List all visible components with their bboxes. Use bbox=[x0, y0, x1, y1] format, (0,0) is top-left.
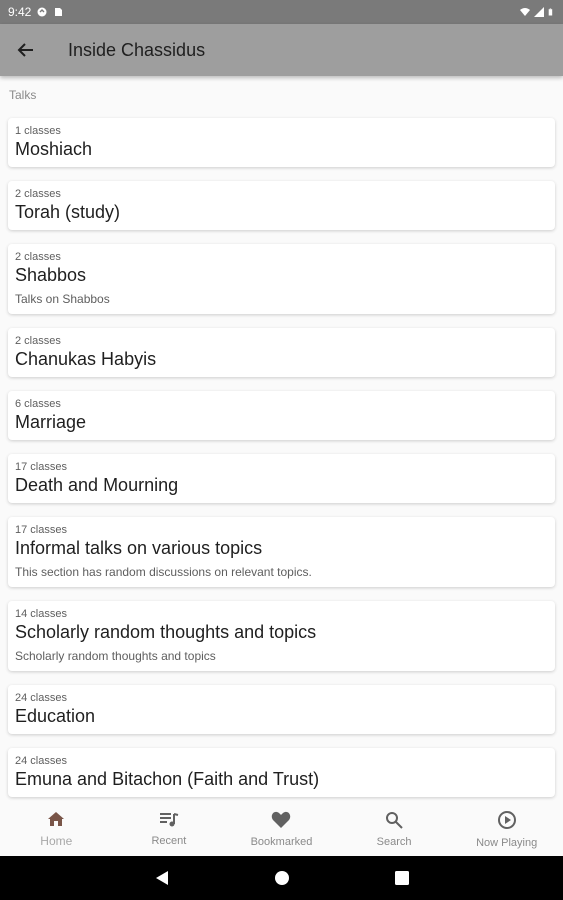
app-bar: Inside Chassidus bbox=[0, 24, 563, 76]
circle-home-icon bbox=[274, 871, 289, 885]
back-button[interactable] bbox=[0, 24, 52, 76]
bottom-nav: Home Recent Bookmarked Search Now Playing bbox=[0, 802, 563, 856]
item-title: Moshiach bbox=[15, 139, 93, 159]
item-title: Torah (study) bbox=[15, 202, 121, 222]
list-item[interactable]: 24 classes Education bbox=[8, 685, 555, 734]
play-circle-icon bbox=[497, 810, 517, 835]
content-list[interactable]: Talks 1 classes Moshiach 2 classes Torah (s… bbox=[0, 76, 563, 802]
item-title: Emuna and Bitachon (Faith and Trust) bbox=[15, 769, 320, 789]
item-title: Shabbos bbox=[15, 265, 87, 285]
list-item[interactable]: 24 classes Emuna and Bitachon (Faith and … bbox=[8, 748, 555, 797]
nav-item-home[interactable]: Home bbox=[0, 802, 113, 856]
class-count: 2 classes bbox=[15, 335, 61, 347]
nav-item-recent[interactable]: Recent bbox=[113, 802, 226, 856]
nav-label: Search bbox=[376, 835, 412, 848]
item-title: Informal talks on various topics bbox=[15, 538, 263, 558]
system-home-button[interactable] bbox=[222, 870, 342, 886]
class-count: 17 classes bbox=[15, 524, 67, 536]
item-title: Education bbox=[15, 706, 96, 726]
system-back-button[interactable] bbox=[102, 870, 222, 886]
class-count: 24 classes bbox=[15, 692, 67, 704]
arrow-back-icon bbox=[17, 43, 33, 57]
nav-label: Recent bbox=[151, 834, 187, 847]
class-count: 2 classes bbox=[15, 251, 61, 263]
playlist-icon bbox=[159, 812, 179, 833]
page-title: Inside Chassidus bbox=[68, 39, 206, 60]
item-title: Death and Mourning bbox=[15, 475, 179, 495]
item-title: Chanukas Habyis bbox=[15, 349, 157, 369]
heart-icon bbox=[271, 811, 291, 834]
status-bar: 9:42 bbox=[0, 0, 563, 24]
search-icon bbox=[385, 811, 403, 834]
item-description: Talks on Shabbos bbox=[15, 292, 110, 306]
list-item[interactable]: 1 classes Moshiach bbox=[8, 118, 555, 167]
sync-icon bbox=[37, 7, 47, 17]
sd-card-icon bbox=[55, 8, 63, 16]
status-time: 9:42 bbox=[8, 5, 32, 19]
class-count: 6 classes bbox=[15, 398, 61, 410]
list-item[interactable]: 17 classes Death and Mourning bbox=[8, 454, 555, 503]
square-recents-icon bbox=[394, 871, 409, 885]
list-item[interactable]: 2 classes Shabbos Talks on Shabbos bbox=[8, 244, 555, 314]
item-title: Scholarly random thoughts and topics bbox=[15, 622, 317, 642]
nav-label: Home bbox=[40, 833, 73, 848]
nav-item-now-playing[interactable]: Now Playing bbox=[450, 802, 563, 856]
system-recents-button[interactable] bbox=[342, 871, 462, 885]
list-item[interactable]: 17 classes Informal talks on various topi… bbox=[8, 517, 555, 587]
class-count: 14 classes bbox=[15, 608, 67, 620]
nav-item-bookmarked[interactable]: Bookmarked bbox=[225, 802, 338, 856]
nav-item-search[interactable]: Search bbox=[338, 802, 451, 856]
nav-label: Now Playing bbox=[476, 836, 538, 849]
home-icon bbox=[47, 811, 65, 832]
class-count: 2 classes bbox=[15, 188, 61, 200]
battery-icon bbox=[548, 8, 553, 16]
class-count: 1 classes bbox=[15, 125, 61, 137]
item-description: This section has random discussions on r… bbox=[15, 565, 312, 579]
item-title: Marriage bbox=[15, 412, 87, 432]
triangle-back-icon bbox=[155, 871, 168, 885]
class-count: 17 classes bbox=[15, 461, 67, 473]
system-nav-bar bbox=[0, 856, 563, 900]
signal-icon bbox=[534, 7, 544, 17]
wifi-icon bbox=[520, 8, 530, 16]
class-count: 24 classes bbox=[15, 755, 67, 767]
list-item[interactable]: 14 classes Scholarly random thoughts and … bbox=[8, 601, 555, 671]
list-item[interactable]: 6 classes Marriage bbox=[8, 391, 555, 440]
list-item[interactable]: 2 classes Chanukas Habyis bbox=[8, 328, 555, 377]
section-label: Talks bbox=[9, 88, 37, 102]
item-description: Scholarly random thoughts and topics bbox=[15, 649, 216, 663]
list-item[interactable]: 2 classes Torah (study) bbox=[8, 181, 555, 230]
nav-label: Bookmarked bbox=[250, 835, 313, 848]
